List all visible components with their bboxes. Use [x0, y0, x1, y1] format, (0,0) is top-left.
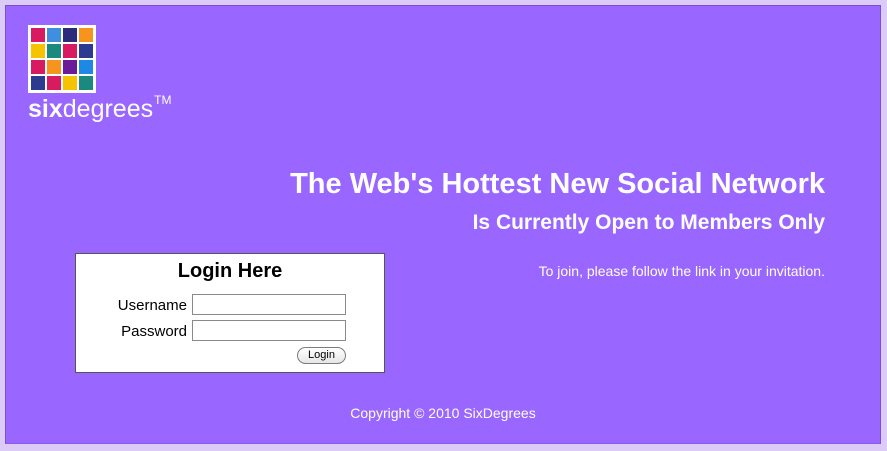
subheadline: Is Currently Open to Members Only	[472, 211, 825, 234]
sixdegrees-logo[interactable]: sixdegreesTM	[28, 25, 171, 123]
logo-tile	[31, 44, 45, 58]
logo-tile	[79, 76, 93, 90]
logo-word-light: degrees	[62, 95, 154, 123]
logo-tile	[63, 60, 77, 74]
trademark-mark: TM	[154, 92, 172, 107]
logo-tile	[47, 60, 61, 74]
logo-tile	[63, 28, 77, 42]
logo-grid-icon	[28, 25, 96, 93]
username-label: Username	[117, 297, 187, 314]
logo-tile	[47, 44, 61, 58]
logo-tile	[31, 76, 45, 90]
login-panel: Login Here Username Password Login	[75, 253, 385, 373]
login-title: Login Here	[177, 260, 283, 282]
logo-tile	[63, 76, 77, 90]
logo-tile	[47, 28, 61, 42]
logo-tile	[63, 44, 77, 58]
logo-tile	[79, 60, 93, 74]
logo-tile	[31, 28, 45, 42]
logo-tile	[31, 60, 45, 74]
copyright-notice: Copyright © 2010 SixDegrees	[350, 405, 536, 421]
username-input[interactable]	[192, 294, 346, 315]
logo-tile	[79, 44, 93, 58]
password-input[interactable]	[192, 320, 346, 341]
password-label: Password	[121, 323, 187, 340]
page-container: sixdegreesTM The Web's Hottest New Socia…	[5, 5, 881, 444]
login-button[interactable]: Login	[297, 347, 346, 364]
logo-word-bold: six	[28, 95, 63, 123]
join-instructions: To join, please follow the link in your …	[538, 263, 825, 279]
logo-wordmark: sixdegreesTM	[28, 92, 172, 124]
logo-tile	[79, 28, 93, 42]
headline: The Web's Hottest New Social Network	[290, 168, 825, 200]
logo-tile	[47, 76, 61, 90]
